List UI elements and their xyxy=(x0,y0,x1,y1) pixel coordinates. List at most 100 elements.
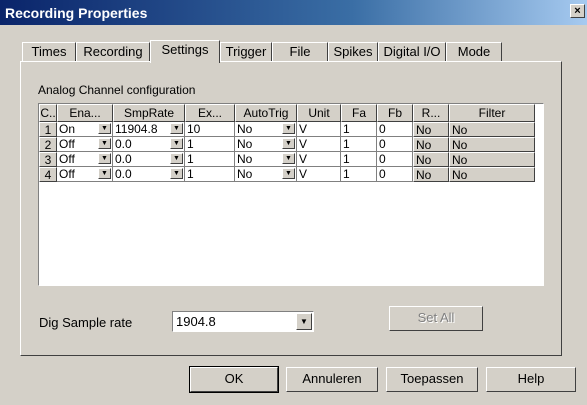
chevron-down-icon[interactable]: ▼ xyxy=(98,138,111,149)
fb-cell[interactable]: 0 xyxy=(377,167,413,182)
header-smprate[interactable]: SmpRate xyxy=(113,104,185,122)
r-cell-text: No xyxy=(416,123,432,137)
help-button[interactable]: Help xyxy=(486,367,576,392)
header-channel[interactable]: C.. xyxy=(39,104,57,122)
row-number-text: 3 xyxy=(44,153,52,167)
chevron-down-icon[interactable]: ▼ xyxy=(170,138,183,149)
filter-cell[interactable]: No xyxy=(449,152,535,167)
set-all-button[interactable]: Set All xyxy=(389,306,483,331)
smprate-cell[interactable]: 11904.8 ▼ xyxy=(113,122,185,137)
filter-cell[interactable]: No xyxy=(449,122,535,137)
autotrig-cell-text: No xyxy=(237,152,253,166)
r-cell[interactable]: No xyxy=(413,167,449,182)
enable-cell[interactable]: On ▼ xyxy=(57,122,113,137)
row-number[interactable]: 1 xyxy=(39,122,57,137)
header-r[interactable]: R... xyxy=(413,104,449,122)
smprate-cell[interactable]: 0.0 ▼ xyxy=(113,167,185,182)
smprate-cell[interactable]: 0.0 ▼ xyxy=(113,137,185,152)
tab-settings[interactable]: Settings xyxy=(150,40,220,63)
tab-mode[interactable]: Mode xyxy=(446,42,502,62)
chevron-down-icon[interactable]: ▼ xyxy=(282,168,295,179)
ex-cell[interactable]: 1 xyxy=(185,167,235,182)
enable-cell[interactable]: Off ▼ xyxy=(57,152,113,167)
r-cell[interactable]: No xyxy=(413,122,449,137)
tab-file[interactable]: File xyxy=(272,42,328,62)
unit-cell[interactable]: V xyxy=(297,137,341,152)
autotrig-cell[interactable]: No ▼ xyxy=(235,137,297,152)
channel-grid[interactable]: C.. Ena... SmpRate Ex... AutoTrig Unit F… xyxy=(38,103,544,286)
fa-cell[interactable]: 1 xyxy=(341,152,377,167)
r-cell-text: No xyxy=(416,168,432,182)
ex-cell[interactable]: 1 xyxy=(185,152,235,167)
unit-cell-text: V xyxy=(299,167,308,181)
tab-spikes[interactable]: Spikes xyxy=(328,42,378,62)
chevron-down-icon[interactable]: ▼ xyxy=(296,313,312,330)
filter-cell-text: No xyxy=(452,168,468,182)
r-cell[interactable]: No xyxy=(413,137,449,152)
header-autotrig[interactable]: AutoTrig xyxy=(235,104,297,122)
fa-cell-text: 1 xyxy=(343,167,350,181)
unit-cell-text: V xyxy=(299,152,308,166)
fa-cell-text: 1 xyxy=(343,122,350,136)
enable-cell[interactable]: Off ▼ xyxy=(57,137,113,152)
header-unit[interactable]: Unit xyxy=(297,104,341,122)
unit-cell[interactable]: V xyxy=(297,167,341,182)
enable-cell[interactable]: Off ▼ xyxy=(57,167,113,182)
unit-cell-text: V xyxy=(299,137,308,151)
fb-cell-text: 0 xyxy=(379,122,386,136)
apply-button[interactable]: Toepassen xyxy=(386,367,478,392)
fa-cell[interactable]: 1 xyxy=(341,122,377,137)
ex-cell[interactable]: 1 xyxy=(185,137,235,152)
row-number[interactable]: 2 xyxy=(39,137,57,152)
r-cell[interactable]: No xyxy=(413,152,449,167)
dig-sample-rate-combo[interactable]: 1904.8 ▼ xyxy=(172,311,314,332)
chevron-down-icon[interactable]: ▼ xyxy=(282,153,295,164)
chevron-down-icon[interactable]: ▼ xyxy=(170,123,183,134)
filter-cell[interactable]: No xyxy=(449,167,535,182)
header-fa[interactable]: Fa xyxy=(341,104,377,122)
ex-cell-text: 1 xyxy=(187,137,194,151)
header-fb[interactable]: Fb xyxy=(377,104,413,122)
chevron-down-icon[interactable]: ▼ xyxy=(98,123,111,134)
chevron-down-icon[interactable]: ▼ xyxy=(98,168,111,179)
row-number[interactable]: 3 xyxy=(39,152,57,167)
fa-cell[interactable]: 1 xyxy=(341,167,377,182)
enable-cell-text: On xyxy=(59,122,76,136)
row-number-text: 4 xyxy=(44,168,52,182)
tab-times[interactable]: Times xyxy=(22,42,76,62)
tab-digital-io[interactable]: Digital I/O xyxy=(378,42,446,62)
tab-recording[interactable]: Recording xyxy=(76,42,150,62)
header-ex[interactable]: Ex... xyxy=(185,104,235,122)
header-enable[interactable]: Ena... xyxy=(57,104,113,122)
ex-cell[interactable]: 10 xyxy=(185,122,235,137)
filter-cell-text: No xyxy=(452,123,468,137)
autotrig-cell[interactable]: No ▼ xyxy=(235,122,297,137)
fa-cell[interactable]: 1 xyxy=(341,137,377,152)
autotrig-cell[interactable]: No ▼ xyxy=(235,167,297,182)
autotrig-cell[interactable]: No ▼ xyxy=(235,152,297,167)
smprate-cell-text: 11904.8 xyxy=(115,122,158,136)
chevron-down-icon[interactable]: ▼ xyxy=(98,153,111,164)
header-filter[interactable]: Filter xyxy=(449,104,535,122)
chevron-down-icon[interactable]: ▼ xyxy=(282,138,295,149)
chevron-down-icon[interactable]: ▼ xyxy=(170,153,183,164)
group-label: Analog Channel configuration xyxy=(38,83,196,97)
smprate-cell[interactable]: 0.0 ▼ xyxy=(113,152,185,167)
r-cell-text: No xyxy=(416,153,432,167)
fb-cell[interactable]: 0 xyxy=(377,122,413,137)
unit-cell[interactable]: V xyxy=(297,152,341,167)
chevron-down-icon[interactable]: ▼ xyxy=(170,168,183,179)
row-number[interactable]: 4 xyxy=(39,167,57,182)
unit-cell[interactable]: V xyxy=(297,122,341,137)
chevron-down-icon[interactable]: ▼ xyxy=(282,123,295,134)
filter-cell-text: No xyxy=(452,138,468,152)
close-button[interactable]: × xyxy=(570,4,585,18)
tab-trigger[interactable]: Trigger xyxy=(220,42,272,62)
fb-cell[interactable]: 0 xyxy=(377,152,413,167)
filter-cell[interactable]: No xyxy=(449,137,535,152)
filter-cell-text: No xyxy=(452,153,468,167)
ok-button[interactable]: OK xyxy=(189,366,279,393)
fb-cell[interactable]: 0 xyxy=(377,137,413,152)
fb-cell-text: 0 xyxy=(379,152,386,166)
cancel-button[interactable]: Annuleren xyxy=(286,367,378,392)
